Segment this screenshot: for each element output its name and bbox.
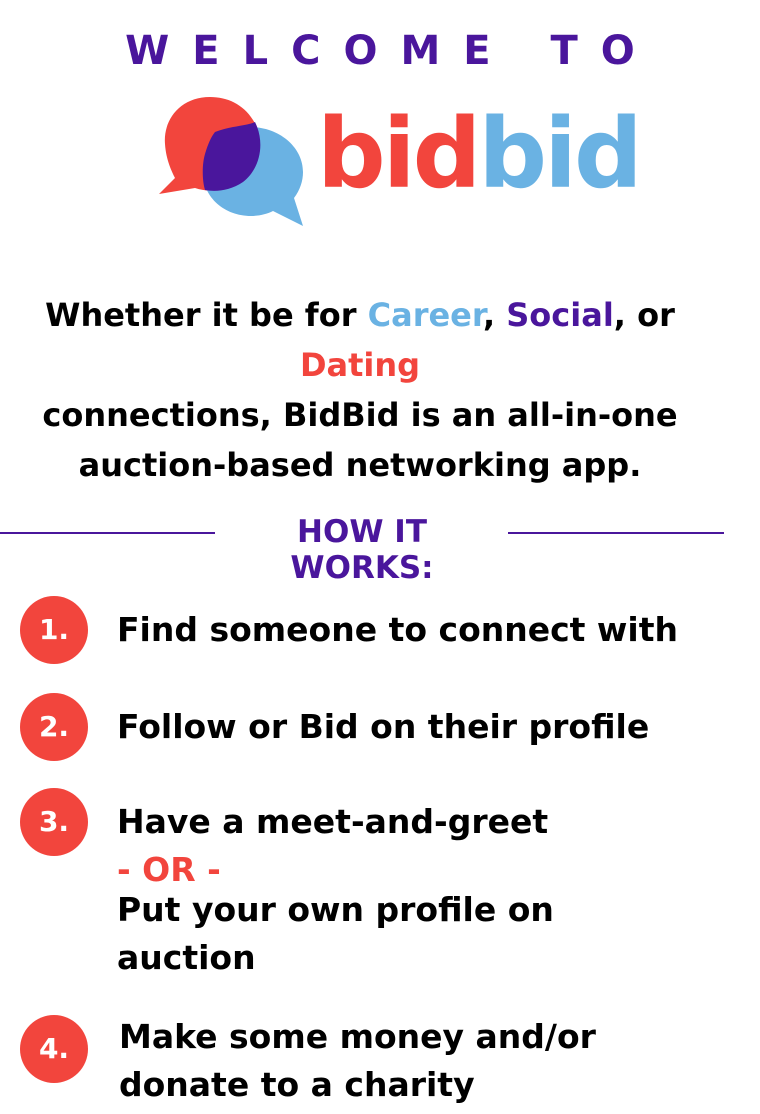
logo-wordmark: bidbid bbox=[317, 106, 643, 202]
step-number-badge: 1. bbox=[20, 596, 88, 664]
step-number-badge: 2. bbox=[20, 693, 88, 761]
step-line2: donate to a charity bbox=[119, 1065, 475, 1104]
tagline-career: Career bbox=[367, 296, 483, 334]
welcome-heading: WELCOME TO bbox=[125, 28, 658, 74]
step-number-badge: 3. bbox=[20, 788, 88, 856]
how-it-works-header: HOW IT WORKS: bbox=[0, 508, 724, 586]
speech-bubbles-icon bbox=[159, 97, 303, 226]
step-alt-line1: Put your own profile on bbox=[117, 890, 554, 929]
divider-right bbox=[508, 532, 724, 534]
tagline-line1: Whether it be for Career, Social, or Dat… bbox=[0, 290, 720, 390]
step-text: Find someone to connect with bbox=[117, 610, 678, 649]
tagline-social: Social bbox=[506, 296, 614, 334]
how-it-works-title: HOW IT WORKS: bbox=[290, 514, 434, 586]
logo-part-red: bid bbox=[317, 98, 481, 210]
tagline-line2: connections, BidBid is an all-in-one bbox=[42, 396, 678, 434]
step-text: Follow or Bid on their profile bbox=[117, 707, 650, 746]
bidbid-logo: bidbid bbox=[155, 92, 643, 232]
tagline: Whether it be for Career, Social, or Dat… bbox=[0, 290, 720, 490]
tagline-sep2: , or bbox=[613, 296, 675, 334]
step-text: Make some money and/or donate to a chari… bbox=[119, 1013, 596, 1109]
step-text: Have a meet-and-greet bbox=[117, 802, 549, 841]
tagline-line3: auction-based networking app. bbox=[78, 446, 642, 484]
tagline-dating: Dating bbox=[299, 346, 421, 384]
step-alt-line2: auction bbox=[117, 938, 256, 977]
logo-part-blue: bid bbox=[478, 98, 642, 210]
tagline-prefix: Whether it be for bbox=[45, 296, 368, 334]
step-number-badge: 4. bbox=[20, 1015, 88, 1083]
step-alt-text: Put your own profile on auction bbox=[117, 886, 554, 982]
divider-left bbox=[0, 532, 215, 534]
tagline-sep1: , bbox=[482, 296, 507, 334]
step-line1: Make some money and/or bbox=[119, 1017, 596, 1056]
or-divider: - OR - bbox=[117, 850, 221, 889]
